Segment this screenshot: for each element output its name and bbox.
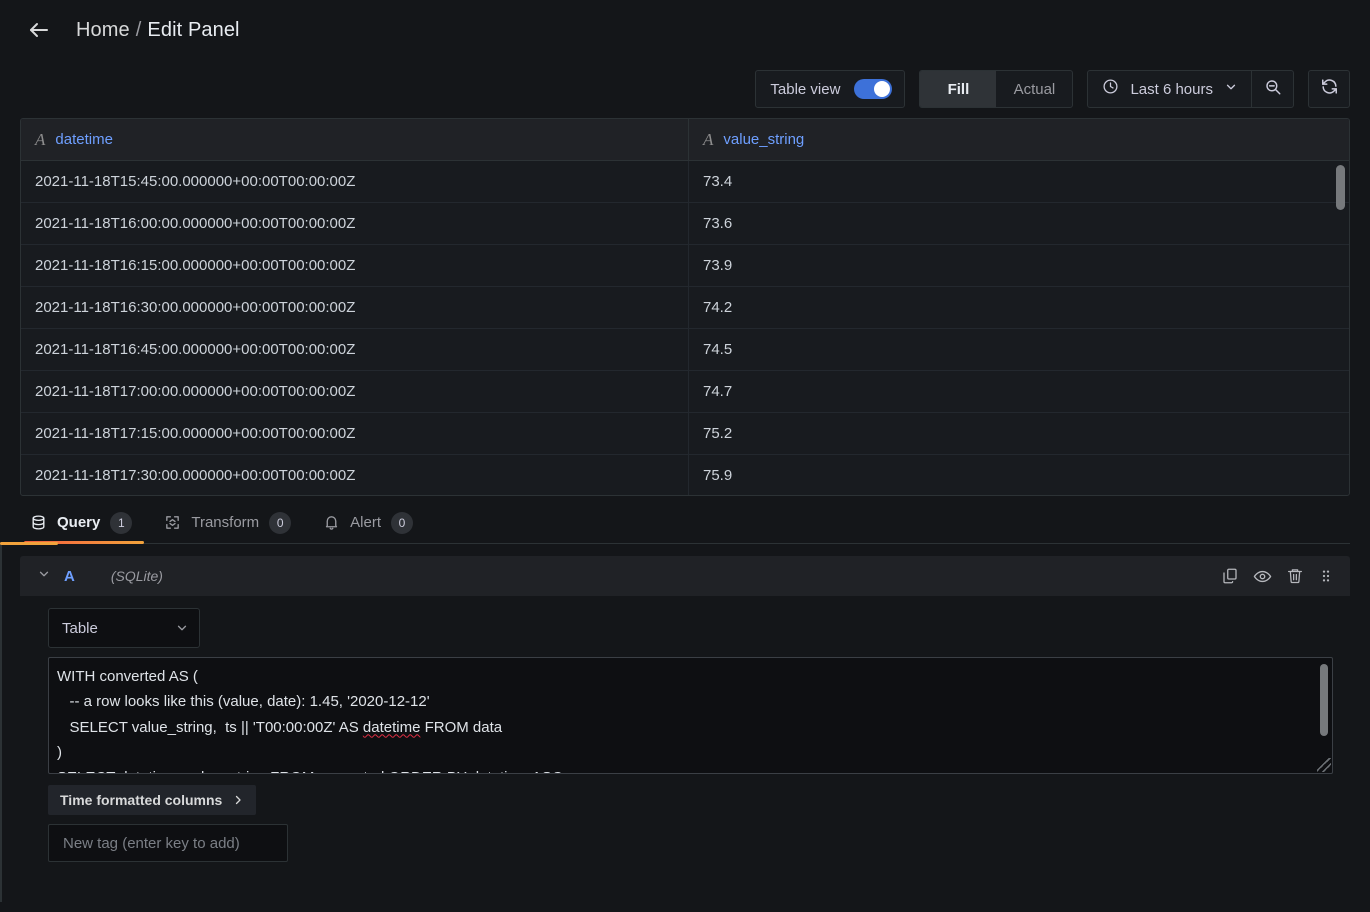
table-view-toggle[interactable] — [854, 79, 893, 99]
textarea-resize-grip[interactable] — [1317, 758, 1331, 772]
table-row[interactable]: 2021-11-18T17:15:00.000000+00:00T00:00:0… — [21, 413, 1349, 455]
cell-datetime: 2021-11-18T17:30:00.000000+00:00T00:00:0… — [21, 455, 689, 495]
column-header-datetime[interactable]: A datetime — [21, 119, 689, 160]
query-row-actions — [1221, 567, 1342, 586]
new-tag-input[interactable]: New tag (enter key to add) — [48, 824, 288, 862]
cell-value-string: 74.5 — [703, 341, 733, 358]
cell-value-string: 73.9 — [703, 257, 733, 274]
cell-value-string: 75.2 — [703, 425, 733, 442]
transform-icon — [164, 514, 181, 531]
bell-icon — [323, 514, 340, 531]
tab-count-badge: 1 — [110, 511, 133, 534]
chevron-down-icon — [175, 621, 189, 635]
cell-value-string: 73.6 — [703, 215, 733, 232]
table-row[interactable]: 2021-11-18T16:45:00.000000+00:00T00:00:0… — [21, 329, 1349, 371]
query-datasource-name: (SQLite) — [110, 568, 163, 584]
cell-datetime: 2021-11-18T17:15:00.000000+00:00T00:00:0… — [21, 413, 689, 454]
table-row[interactable]: 2021-11-18T17:00:00.000000+00:00T00:00:0… — [21, 371, 1349, 413]
table-vertical-scrollbar[interactable] — [1336, 165, 1345, 210]
panel-toolbar: Table view Fill Actual Last 6 hours — [0, 60, 1370, 118]
cell-value-string: 73.4 — [703, 173, 733, 190]
drag-handle-icon[interactable] — [1318, 568, 1334, 584]
time-formatted-columns-button[interactable]: Time formatted columns — [48, 785, 257, 815]
chevron-down-icon — [1224, 80, 1238, 99]
refresh-dashboard-button[interactable] — [1308, 70, 1350, 108]
tab-label: Query — [57, 514, 101, 531]
toggle-knob — [874, 81, 891, 97]
tab-transform[interactable]: Transform 0 — [154, 502, 307, 543]
table-view-control[interactable]: Table view — [755, 70, 906, 108]
query-section-accent-bar — [0, 542, 58, 545]
cell-datetime: 2021-11-18T16:30:00.000000+00:00T00:00:0… — [21, 287, 689, 328]
chevron-right-icon — [232, 794, 244, 806]
tab-label: Transform — [191, 514, 260, 531]
clock-icon — [1102, 78, 1119, 100]
cell-value-string: 75.9 — [703, 467, 733, 484]
chevron-down-icon — [37, 567, 51, 586]
string-type-icon: A — [703, 129, 714, 149]
cell-datetime: 2021-11-18T16:00:00.000000+00:00T00:00:0… — [21, 203, 689, 244]
cell-datetime: 2021-11-18T16:45:00.000000+00:00T00:00:0… — [21, 329, 689, 370]
time-formatted-columns-label: Time formatted columns — [60, 792, 223, 808]
table-body: 2021-11-18T15:45:00.000000+00:00T00:00:0… — [21, 161, 1349, 495]
tab-label: Alert — [350, 514, 381, 531]
query-format-select[interactable]: Table — [48, 608, 200, 648]
query-format-value: Table — [62, 619, 98, 637]
cell-value-string: 74.7 — [703, 383, 733, 400]
segment-actual[interactable]: Actual — [996, 71, 1072, 107]
breadcrumb: Home / Edit Panel — [76, 19, 240, 42]
cell-value-string: 74.2 — [703, 299, 733, 316]
tab-query[interactable]: Query 1 — [20, 502, 148, 544]
cell-datetime: 2021-11-18T17:00:00.000000+00:00T00:00:0… — [21, 371, 689, 412]
cell-datetime: 2021-11-18T16:15:00.000000+00:00T00:00:0… — [21, 245, 689, 286]
time-range-group: Last 6 hours — [1087, 70, 1294, 108]
query-ref-id[interactable]: A — [64, 568, 75, 585]
fill-actual-segmented-control[interactable]: Fill Actual — [919, 70, 1074, 108]
query-section-left-border — [0, 544, 2, 902]
breadcrumb-separator: / — [135, 18, 142, 41]
top-bar: Home / Edit Panel — [0, 0, 1370, 60]
string-type-icon: A — [35, 129, 46, 149]
table-view-panel: A datetime A value_string 2021-11-18T15:… — [20, 118, 1350, 496]
column-header-label: value_string — [723, 131, 805, 148]
column-header-value-string[interactable]: A value_string — [689, 119, 1349, 160]
table-header-row: A datetime A value_string — [21, 119, 1349, 161]
remove-query-icon[interactable] — [1286, 567, 1304, 585]
zoom-out-icon — [1264, 78, 1282, 101]
breadcrumb-home[interactable]: Home — [76, 19, 130, 42]
tab-count-badge: 0 — [391, 511, 413, 534]
table-row[interactable]: 2021-11-18T15:45:00.000000+00:00T00:00:0… — [21, 161, 1349, 203]
query-collapse-toggle[interactable] — [32, 567, 56, 586]
table-row[interactable]: 2021-11-18T17:30:00.000000+00:00T00:00:0… — [21, 455, 1349, 495]
table-view-label: Table view — [770, 80, 841, 98]
arrow-left-icon — [27, 18, 51, 42]
sql-vertical-scrollbar[interactable] — [1320, 664, 1328, 736]
table-row[interactable]: 2021-11-18T16:00:00.000000+00:00T00:00:0… — [21, 203, 1349, 245]
time-range-value: Last 6 hours — [1130, 80, 1213, 98]
tab-alert[interactable]: Alert 0 — [313, 502, 429, 543]
sql-query-text: WITH converted AS ( -- a row looks like … — [57, 668, 563, 773]
hide-query-icon[interactable] — [1253, 567, 1272, 586]
refresh-icon — [1320, 77, 1339, 101]
zoom-out-time-range-button[interactable] — [1251, 71, 1293, 107]
query-row-header: A (SQLite) — [20, 556, 1350, 596]
database-icon — [30, 514, 47, 531]
new-tag-placeholder: New tag (enter key to add) — [63, 834, 240, 852]
back-button[interactable] — [24, 15, 54, 45]
cell-datetime: 2021-11-18T15:45:00.000000+00:00T00:00:0… — [21, 161, 689, 202]
table-row[interactable]: 2021-11-18T16:30:00.000000+00:00T00:00:0… — [21, 287, 1349, 329]
page-title: Edit Panel — [147, 18, 240, 41]
query-editor-section: A (SQLite) Table WITH converted AS (-- … — [0, 542, 1350, 902]
table-row[interactable]: 2021-11-18T16:15:00.000000+00:00T00:00:0… — [21, 245, 1349, 287]
column-header-label: datetime — [55, 131, 113, 148]
time-range-picker[interactable]: Last 6 hours — [1088, 71, 1251, 107]
sql-query-textarea[interactable]: WITH converted AS ( -- a row looks like … — [48, 657, 1333, 774]
query-editor-body: Table WITH converted AS ( -- a row looks… — [20, 596, 1350, 862]
panel-editor-tabs: Query 1 Transform 0 Alert 0 — [20, 496, 1350, 544]
tab-count-badge: 0 — [269, 511, 292, 534]
duplicate-query-icon[interactable] — [1221, 567, 1239, 585]
segment-fill[interactable]: Fill — [920, 71, 997, 107]
